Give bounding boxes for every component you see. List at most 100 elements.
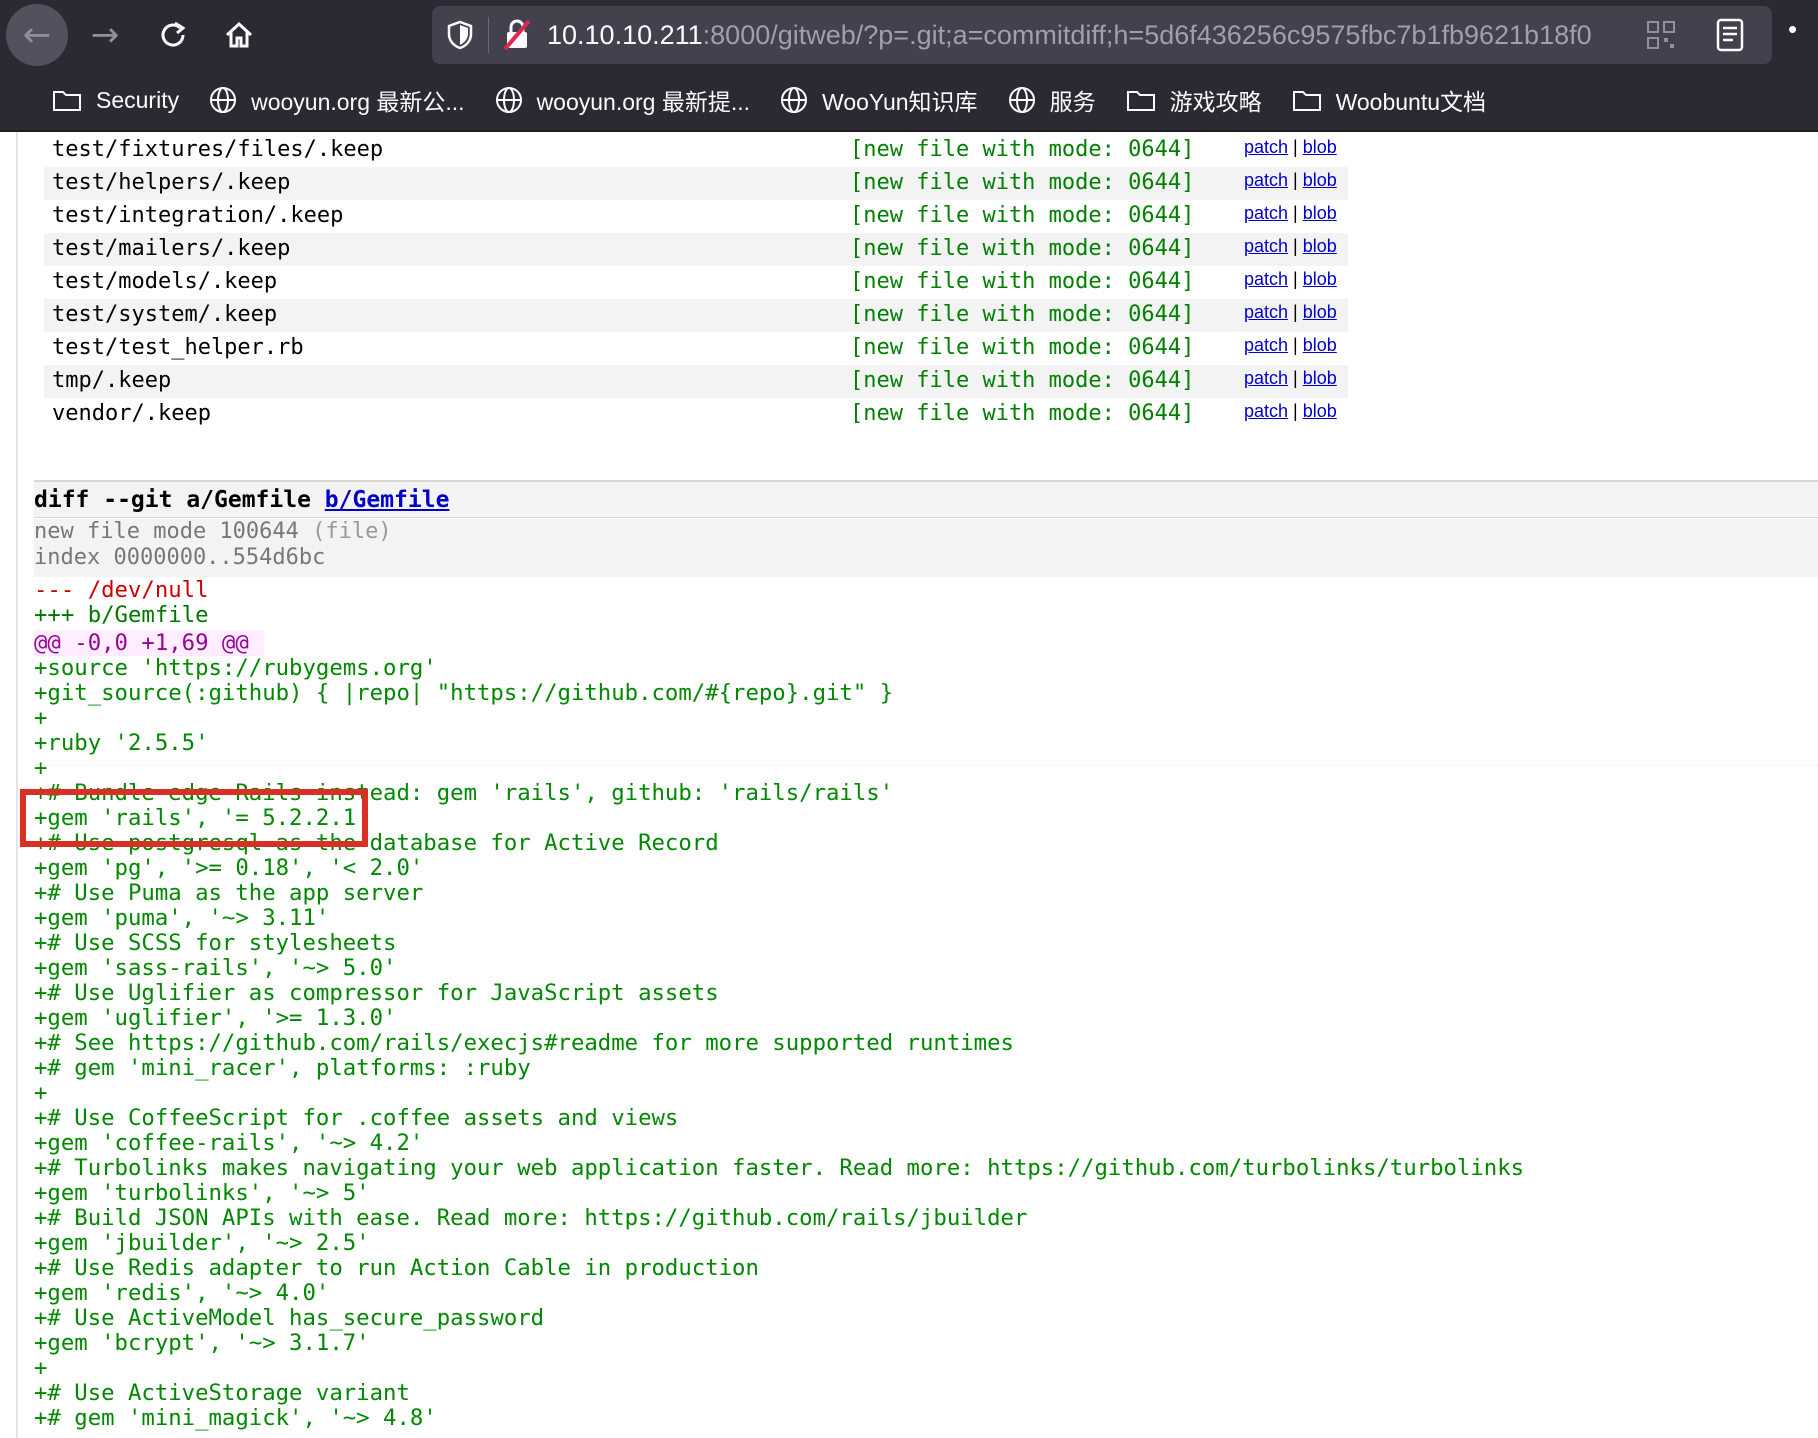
menu-icon[interactable]: • xyxy=(1788,14,1797,45)
patch-link[interactable]: patch xyxy=(1244,203,1288,223)
diff-header-file-link[interactable]: b/Gemfile xyxy=(325,487,450,513)
tree-file-path[interactable]: vendor/.keep xyxy=(52,401,211,426)
tree-file-path[interactable]: tmp/.keep xyxy=(52,368,171,393)
patch-link[interactable]: patch xyxy=(1244,401,1288,421)
diff-line: +gem 'bcrypt', '~> 3.1.7' xyxy=(34,1330,370,1356)
bookmark-security[interactable]: Security xyxy=(52,87,179,114)
bookmark-label: wooyun.org 最新公... xyxy=(251,89,465,115)
blob-link[interactable]: blob xyxy=(1303,401,1337,421)
diff-line: + xyxy=(34,1080,48,1106)
blob-link[interactable]: blob xyxy=(1303,236,1337,256)
tree-file-path[interactable]: test/integration/.keep xyxy=(52,203,343,228)
blob-link[interactable]: blob xyxy=(1303,170,1337,190)
blob-link[interactable]: blob xyxy=(1303,368,1337,388)
tree-file-links: patch | blob xyxy=(1244,203,1337,224)
diff-line: +gem 'pg', '>= 0.18', '< 2.0' xyxy=(34,855,424,881)
reload-icon[interactable] xyxy=(142,4,204,66)
diff-chunk-header: @@ -0,0 +1,69 @@ xyxy=(34,630,264,656)
tree-row: test/fixtures/files/.keep [new file with … xyxy=(44,134,1348,167)
tree-file-links: patch | blob xyxy=(1244,335,1337,356)
tree-file-status: [new file with mode: 0644] xyxy=(850,137,1195,162)
diff-line: + xyxy=(34,1355,48,1381)
patch-link[interactable]: patch xyxy=(1244,269,1288,289)
tree-file-path[interactable]: test/models/.keep xyxy=(52,269,277,294)
bookmark-label: Woobuntu文档 xyxy=(1335,89,1486,115)
extended-index-line: index 0000000..554d6bc xyxy=(34,545,326,570)
diff-line: +# Turbolinks makes navigating your web … xyxy=(34,1155,1525,1181)
link-separator: | xyxy=(1288,302,1303,322)
tree-file-links: patch | blob xyxy=(1244,302,1337,323)
patch-link[interactable]: patch xyxy=(1244,170,1288,190)
globe-icon xyxy=(495,86,523,114)
tree-file-links: patch | blob xyxy=(1244,269,1337,290)
link-separator: | xyxy=(1288,236,1303,256)
tree-file-path[interactable]: test/mailers/.keep xyxy=(52,236,290,261)
bookmark-wooyun-latest-submit[interactable]: wooyun.org 最新提... xyxy=(495,83,750,117)
reader-view-icon[interactable] xyxy=(1716,18,1744,57)
patch-link[interactable]: patch xyxy=(1244,368,1288,388)
diff-line: + xyxy=(34,755,48,781)
tree-row: test/mailers/.keep [new file with mode: 0… xyxy=(44,233,1348,266)
tree-row: tmp/.keep [new file with mode: 0644] patch… xyxy=(44,365,1348,398)
diff-line: +# Use ActiveStorage variant xyxy=(34,1380,410,1406)
tree-file-status: [new file with mode: 0644] xyxy=(850,170,1195,195)
qr-code-icon[interactable] xyxy=(1646,20,1676,55)
tree-file-links: patch | blob xyxy=(1244,401,1337,422)
blob-link[interactable]: blob xyxy=(1303,335,1337,355)
globe-icon xyxy=(209,86,237,114)
tree-file-links: patch | blob xyxy=(1244,236,1337,257)
shield-icon[interactable] xyxy=(438,13,482,57)
patch-link[interactable]: patch xyxy=(1244,236,1288,256)
diff-line: +# Use Uglifier as compressor for JavaSc… xyxy=(34,980,719,1006)
blob-link[interactable]: blob xyxy=(1303,137,1337,157)
bookmarks-toolbar: Security wooyun.org 最新公... wooyun.org 最新… xyxy=(0,70,1818,132)
patch-link[interactable]: patch xyxy=(1244,302,1288,322)
diff-body: --- /dev/null +++ b/Gemfile @@ -0,0 +1,6… xyxy=(34,578,1818,1431)
bookmark-services[interactable]: 服务 xyxy=(1008,83,1096,117)
patch-link[interactable]: patch xyxy=(1244,137,1288,157)
home-icon[interactable] xyxy=(208,4,270,66)
tree-file-links: patch | blob xyxy=(1244,170,1337,191)
tree-file-path[interactable]: test/system/.keep xyxy=(52,302,277,327)
back-arrow-icon[interactable]: ← xyxy=(6,4,68,66)
link-separator: | xyxy=(1288,401,1303,421)
diff-line: +# Use Puma as the app server xyxy=(34,880,424,906)
link-separator: | xyxy=(1288,269,1303,289)
folder-icon xyxy=(1292,88,1322,112)
link-separator: | xyxy=(1288,170,1303,190)
insecure-lock-icon[interactable] xyxy=(495,13,539,57)
diff-header-text: diff --git a/Gemfile xyxy=(34,487,325,513)
tree-file-path[interactable]: test/fixtures/files/.keep xyxy=(52,137,383,162)
diff-line: +gem 'puma', '~> 3.11' xyxy=(34,905,330,931)
diff-line: +# See https://github.com/rails/execjs#r… xyxy=(34,1030,1014,1056)
diff-line: + xyxy=(34,705,48,731)
diff-line: +git_source(:github) { |repo| "https://g… xyxy=(34,680,894,706)
tree-file-status: [new file with mode: 0644] xyxy=(850,368,1195,393)
bookmark-wooyun-latest-public[interactable]: wooyun.org 最新公... xyxy=(209,83,465,117)
diff-to-file: +++ b/Gemfile xyxy=(34,602,209,628)
blob-link[interactable]: blob xyxy=(1303,269,1337,289)
forward-arrow-icon[interactable]: → xyxy=(74,4,136,66)
diff-line: +# Use CoffeeScript for .coffee assets a… xyxy=(34,1105,679,1131)
tree-file-status: [new file with mode: 0644] xyxy=(850,236,1195,261)
url-bar[interactable]: 10.10.10.211:8000/gitweb/?p=.git;a=commi… xyxy=(432,6,1772,64)
url-text[interactable]: 10.10.10.211:8000/gitweb/?p=.git;a=commi… xyxy=(547,20,1677,51)
diff-line: +# Use SCSS for stylesheets xyxy=(34,930,397,956)
blob-link[interactable]: blob xyxy=(1303,203,1337,223)
patch-link[interactable]: patch xyxy=(1244,335,1288,355)
tree-file-path[interactable]: test/helpers/.keep xyxy=(52,170,290,195)
bookmark-game-guides[interactable]: 游戏攻略 xyxy=(1126,83,1262,117)
blob-link[interactable]: blob xyxy=(1303,302,1337,322)
diff-header: diff --git a/Gemfile b/Gemfile xyxy=(34,480,1818,518)
bookmark-wooyun-knowledge[interactable]: WooYun知识库 xyxy=(780,83,978,117)
tree-file-path[interactable]: test/test_helper.rb xyxy=(52,335,304,360)
tree-row: test/integration/.keep [new file with mod… xyxy=(44,200,1348,233)
diff-from-file: --- /dev/null xyxy=(34,577,209,603)
link-separator: | xyxy=(1288,368,1303,388)
diff-line: +gem 'sass-rails', '~> 5.0' xyxy=(34,955,397,981)
chunk-rule xyxy=(34,765,1818,766)
bookmark-woobuntu-docs[interactable]: Woobuntu文档 xyxy=(1292,83,1486,117)
diff-line: +# Build JSON APIs with ease. Read more:… xyxy=(34,1205,1028,1231)
bookmark-label: 服务 xyxy=(1049,89,1096,115)
browser-toolbar: ← → 10.10.10.211:8000/gitweb/?p=.git;a=c… xyxy=(0,0,1818,70)
